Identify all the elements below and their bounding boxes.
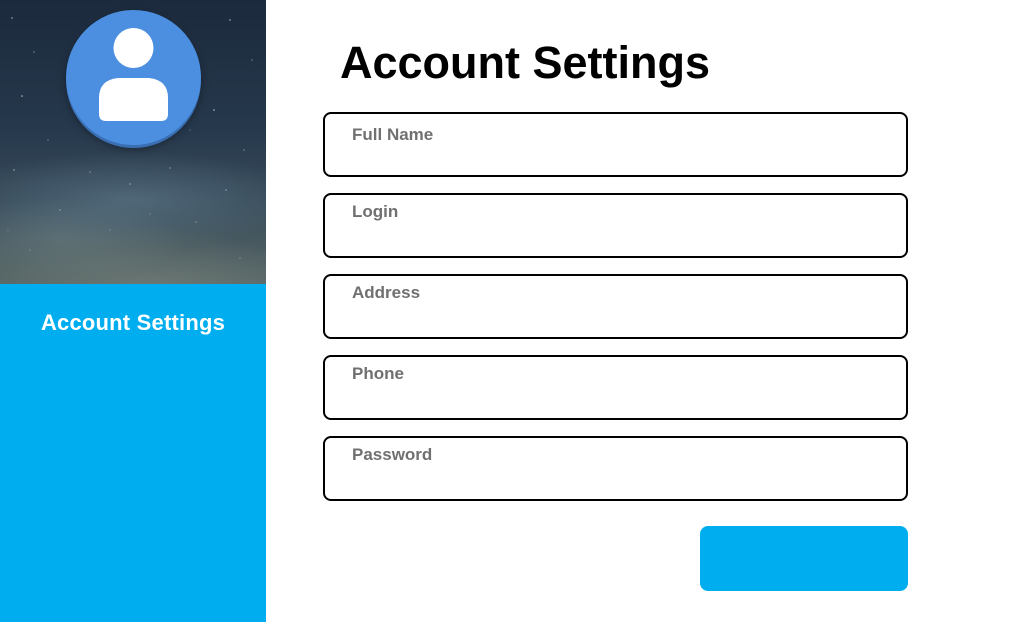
sidebar: Account Settings: [0, 0, 266, 622]
full-name-input[interactable]: [352, 147, 882, 169]
phone-field[interactable]: Phone: [323, 355, 908, 420]
password-label: Password: [352, 445, 433, 464]
phone-input[interactable]: [352, 390, 882, 412]
person-icon: [99, 28, 168, 121]
full-name-label: Full Name: [352, 125, 434, 144]
address-input[interactable]: [352, 309, 882, 331]
login-input[interactable]: [352, 228, 882, 250]
page-title: Account Settings: [340, 37, 711, 88]
address-field[interactable]: Address: [323, 274, 908, 339]
password-field[interactable]: Password: [323, 436, 908, 501]
login-field[interactable]: Login: [323, 193, 908, 258]
login-label: Login: [352, 202, 399, 221]
address-label: Address: [352, 283, 421, 302]
sidebar-title[interactable]: Account Settings: [0, 310, 266, 336]
phone-label: Phone: [352, 364, 404, 383]
user-avatar-icon[interactable]: [66, 10, 201, 145]
password-input[interactable]: [352, 471, 882, 493]
sidebar-hero-image: [0, 0, 266, 284]
save-button[interactable]: [700, 526, 908, 591]
full-name-field[interactable]: Full Name: [323, 112, 908, 177]
